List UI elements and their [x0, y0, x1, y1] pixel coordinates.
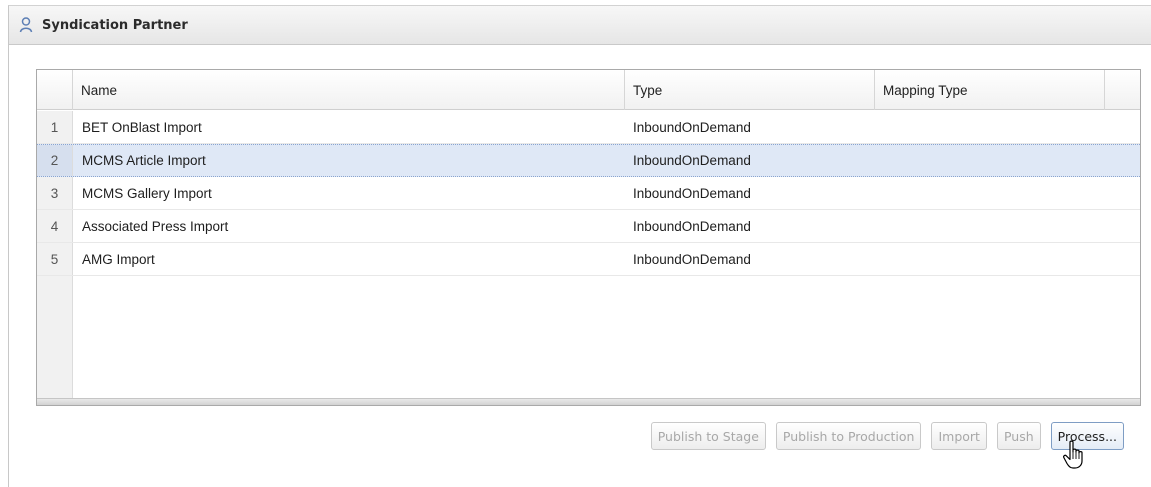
cell-name: AMG Import — [82, 251, 155, 267]
cell-mapping-type — [883, 177, 1103, 209]
grid-rows: 1 BET OnBlast Import InboundOnDemand 2 M… — [37, 111, 1140, 276]
cell-type: InboundOnDemand — [633, 218, 751, 234]
publish-to-stage-button[interactable]: Publish to Stage — [650, 422, 766, 450]
row-number-header — [37, 70, 73, 110]
cell-name: MCMS Article Import — [82, 153, 206, 168]
cell-type: InboundOnDemand — [633, 251, 751, 267]
cell-name: BET OnBlast Import — [82, 119, 202, 135]
table-row[interactable]: 1 BET OnBlast Import InboundOnDemand — [37, 111, 1140, 144]
cell-mapping-type — [883, 111, 1103, 143]
panel-title: Syndication Partner — [42, 17, 188, 33]
grid-horizontal-scrollbar[interactable] — [37, 398, 1140, 405]
cell-mapping-type — [883, 145, 1103, 176]
column-header-name[interactable]: Name — [73, 70, 625, 110]
user-icon — [19, 17, 33, 33]
hand-pointer-icon — [1063, 440, 1083, 469]
cell-type: InboundOnDemand — [633, 153, 751, 168]
cell-mapping-type — [883, 243, 1103, 275]
push-button[interactable]: Push — [996, 422, 1041, 450]
row-number: 5 — [37, 243, 73, 275]
cell-type: InboundOnDemand — [633, 119, 751, 135]
import-button[interactable]: Import — [931, 422, 987, 450]
row-number: 1 — [37, 111, 73, 143]
row-number: 2 — [37, 145, 73, 176]
cell-name: Associated Press Import — [82, 218, 229, 234]
panel-header: Syndication Partner — [9, 6, 1151, 45]
column-header-type[interactable]: Type — [625, 70, 875, 110]
row-number: 3 — [37, 177, 73, 209]
table-row-selected[interactable]: 2 MCMS Article Import InboundOnDemand — [37, 144, 1140, 177]
partner-grid[interactable]: Name Type Mapping Type 1 BET OnBlast Imp… — [36, 69, 1141, 406]
syndication-partner-panel: Syndication Partner Name Type Mapping Ty… — [8, 5, 1151, 487]
cell-mapping-type — [883, 210, 1103, 242]
table-row[interactable]: 5 AMG Import InboundOnDemand — [37, 243, 1140, 276]
column-header-filler — [1105, 70, 1140, 110]
publish-to-production-button[interactable]: Publish to Production — [775, 422, 922, 450]
row-number: 4 — [37, 210, 73, 242]
cell-name: MCMS Gallery Import — [82, 185, 212, 201]
column-header-mapping-type[interactable]: Mapping Type — [875, 70, 1105, 110]
table-row[interactable]: 4 Associated Press Import InboundOnDeman… — [37, 210, 1140, 243]
cell-type: InboundOnDemand — [633, 185, 751, 201]
grid-header: Name Type Mapping Type — [37, 70, 1140, 110]
action-toolbar: Publish to Stage Publish to Production I… — [650, 422, 1124, 450]
table-row[interactable]: 3 MCMS Gallery Import InboundOnDemand — [37, 177, 1140, 210]
